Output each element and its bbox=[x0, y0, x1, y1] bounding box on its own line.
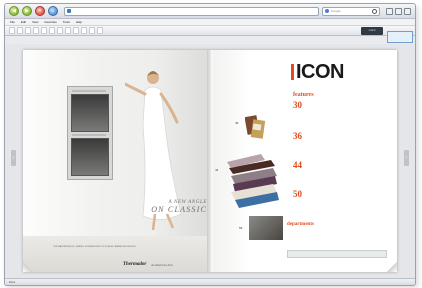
oven-handle bbox=[72, 90, 106, 92]
viewer-toolbar: ​ ​ ​ ​ ​ ​ ​ ​ ​ ​ ​ ​ ANICE bbox=[5, 26, 415, 36]
feature-page-number: 44 bbox=[293, 160, 302, 170]
ad-headline-line-2: ON CLASSIC bbox=[151, 205, 207, 214]
toolbar-item[interactable]: ​ bbox=[97, 27, 103, 34]
search-engine-icon bbox=[325, 9, 329, 13]
search-box[interactable]: Google bbox=[322, 6, 380, 16]
ad-headline: A NEW ANGLE ON CLASSIC bbox=[143, 200, 207, 214]
maximize-button[interactable] bbox=[395, 7, 402, 15]
toolbar-item[interactable]: ​ bbox=[41, 27, 47, 34]
feature-item[interactable]: 50 bbox=[293, 190, 385, 199]
books-thumbnail[interactable] bbox=[245, 112, 267, 144]
favicon-icon bbox=[67, 9, 71, 13]
interior-thumbnail[interactable] bbox=[249, 216, 283, 240]
departments-list bbox=[287, 228, 391, 232]
toolbar-item[interactable]: ​ bbox=[57, 27, 63, 34]
feature-page-number: 30 bbox=[293, 100, 302, 110]
toolbar-item[interactable]: ​ bbox=[17, 27, 23, 34]
toolbar-item[interactable]: ​ bbox=[49, 27, 55, 34]
magazine-viewer: ‹ › A NEW ANGLE ON CLASSIC THE MASTERPIE… bbox=[5, 44, 415, 278]
page-curl-icon[interactable] bbox=[387, 262, 397, 272]
oven-window bbox=[71, 138, 109, 176]
ad-page[interactable]: A NEW ANGLE ON CLASSIC THE MASTERPIECE® … bbox=[23, 50, 209, 272]
browser-window: ◀ ▶ ✕ ⌂ Google File Edit View Favorites … bbox=[4, 3, 416, 286]
ad-brand-logo: Thermador bbox=[123, 262, 147, 267]
menu-file[interactable]: File bbox=[10, 20, 15, 24]
oven-handle bbox=[72, 134, 106, 136]
menu-bar: File Edit View Favorites Tools Help bbox=[5, 19, 415, 26]
magazine-logo: ICON bbox=[291, 62, 345, 82]
promo-box[interactable] bbox=[387, 31, 413, 43]
stop-icon[interactable]: ✕ bbox=[35, 6, 45, 16]
textiles-thumbnail[interactable] bbox=[225, 150, 279, 210]
next-page-arrow-icon[interactable]: › bbox=[404, 150, 409, 166]
home-icon[interactable]: ⌂ bbox=[48, 6, 58, 16]
prev-page-arrow-icon[interactable]: ‹ bbox=[11, 150, 16, 166]
feature-page-number: 36 bbox=[293, 131, 302, 141]
menu-view[interactable]: View bbox=[32, 20, 38, 24]
oven-window bbox=[71, 94, 109, 132]
toolbar-item[interactable]: ​ bbox=[81, 27, 87, 34]
toolbar-item[interactable]: ​ bbox=[9, 27, 15, 34]
ad-body-text: THE MASTERPIECE® SERIES. MODERN BUILT-IN… bbox=[53, 246, 136, 248]
page-reference: 40 bbox=[235, 121, 239, 125]
feature-page-number: 50 bbox=[293, 189, 302, 199]
minimize-button[interactable] bbox=[386, 7, 393, 15]
toolbar-item[interactable]: ​ bbox=[89, 27, 95, 34]
floor bbox=[23, 236, 209, 272]
search-placeholder: Google bbox=[331, 9, 341, 13]
feature-item[interactable]: 36 bbox=[293, 132, 385, 141]
site-logo[interactable]: ANICE bbox=[361, 26, 383, 35]
toolbar-item[interactable]: ​ bbox=[33, 27, 39, 34]
contents-page[interactable]: ICON features 30 36 44 50 40 44 50 depar… bbox=[213, 50, 397, 272]
status-text: Done bbox=[9, 280, 16, 284]
browser-toolbar: ◀ ▶ ✕ ⌂ Google bbox=[5, 4, 415, 19]
departments-section: departments bbox=[287, 222, 391, 232]
menu-tools[interactable]: Tools bbox=[63, 20, 70, 24]
page-reference: 50 bbox=[239, 226, 243, 230]
status-bar: Done bbox=[5, 278, 415, 285]
feature-item[interactable]: 44 bbox=[293, 161, 385, 170]
magnifier-icon[interactable] bbox=[372, 8, 377, 14]
feature-item[interactable]: 30 bbox=[293, 101, 385, 110]
features-heading: features bbox=[293, 92, 314, 98]
wall-oven-image bbox=[67, 86, 113, 180]
page-reference: 44 bbox=[215, 168, 219, 172]
menu-help[interactable]: Help bbox=[76, 20, 82, 24]
magazine-spread: A NEW ANGLE ON CLASSIC THE MASTERPIECE® … bbox=[23, 50, 397, 272]
menu-edit[interactable]: Edit bbox=[21, 20, 26, 24]
ad-brand-tagline: An American Icon bbox=[151, 263, 173, 267]
window-controls bbox=[386, 7, 411, 15]
back-icon[interactable]: ◀ bbox=[9, 6, 19, 16]
toolbar-item[interactable]: ​ bbox=[73, 27, 79, 34]
page-curl-icon[interactable] bbox=[23, 262, 33, 272]
toolbar-item[interactable]: ​ bbox=[25, 27, 31, 34]
departments-heading: departments bbox=[287, 222, 314, 227]
address-bar[interactable] bbox=[64, 6, 319, 16]
menu-favorites[interactable]: Favorites bbox=[44, 20, 56, 24]
forward-icon[interactable]: ▶ bbox=[22, 6, 32, 16]
toolbar-item[interactable]: ​ bbox=[65, 27, 71, 34]
subscribe-box[interactable] bbox=[287, 250, 387, 258]
close-button[interactable] bbox=[404, 7, 411, 15]
